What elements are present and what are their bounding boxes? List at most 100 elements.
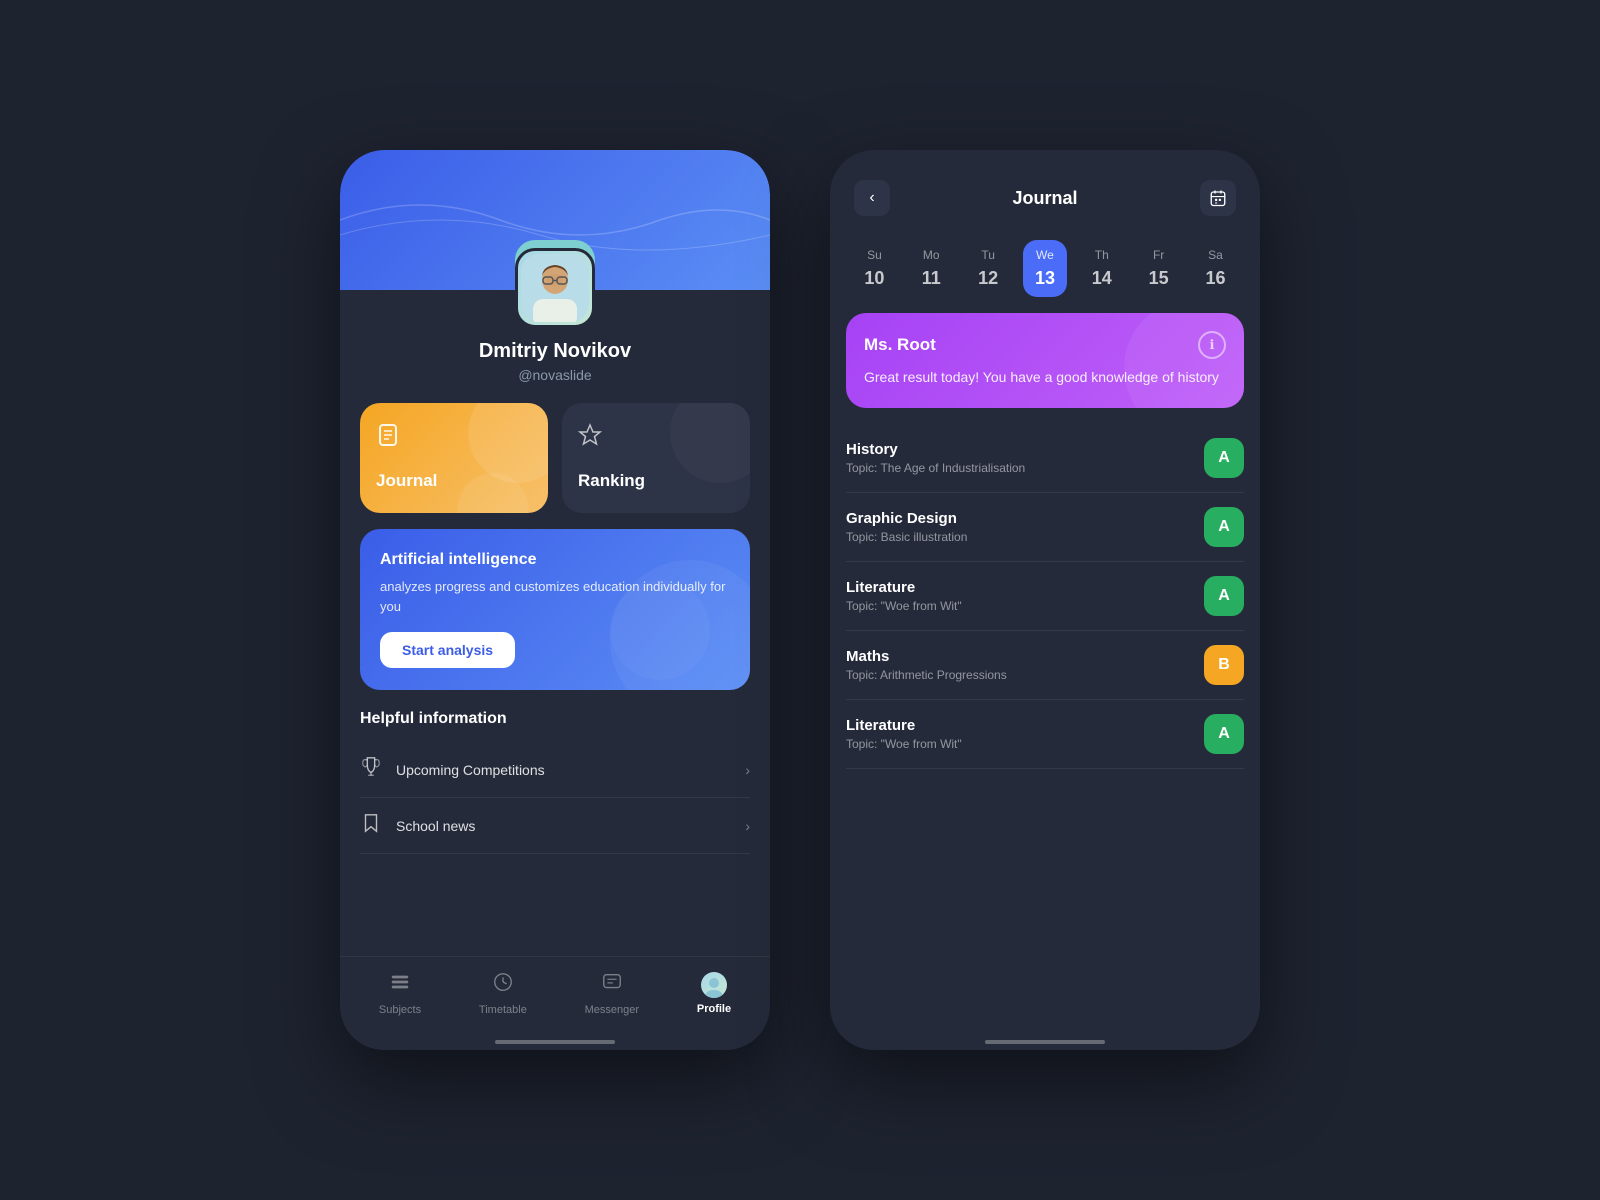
journal-card-icon	[376, 423, 532, 453]
cards-row: Journal Ranking	[340, 383, 770, 513]
upcoming-competitions-label: Upcoming Competitions	[396, 762, 745, 778]
day-name-su: Su	[867, 248, 882, 262]
ranking-card-icon	[578, 423, 734, 453]
right-phone: ‹ Journal Su 10 Mo 11 Tu 12	[830, 150, 1260, 1050]
arrow-right-icon: ›	[745, 762, 750, 778]
day-num-su: 10	[864, 268, 884, 289]
grade-maths: B	[1204, 645, 1244, 685]
grade-literature: A	[1204, 576, 1244, 616]
nav-profile-avatar	[701, 972, 727, 998]
subject-literature-2: Literature Topic: "Woe from Wit" A	[846, 700, 1244, 769]
day-name-fr: Fr	[1153, 248, 1164, 262]
ranking-card[interactable]: Ranking	[562, 403, 750, 513]
subject-topic-literature: Topic: "Woe from Wit"	[846, 599, 1204, 613]
messenger-label: Messenger	[585, 1004, 639, 1016]
profile-banner	[340, 150, 770, 290]
left-phone: Dmitriy Novikov @novaslide Journal	[340, 150, 770, 1050]
nav-messenger[interactable]: Messenger	[575, 971, 649, 1016]
journal-header: ‹ Journal	[830, 150, 1260, 232]
grade-literature-2: A	[1204, 714, 1244, 754]
profile-name: Dmitriy Novikov	[360, 340, 750, 363]
day-tu[interactable]: Tu 12	[966, 240, 1010, 297]
school-news-item[interactable]: School news ›	[360, 798, 750, 854]
helpful-section: Helpful information Upcoming Competition…	[340, 690, 770, 956]
subject-maths: Maths Topic: Arithmetic Progressions B	[846, 631, 1244, 700]
day-num-th: 14	[1092, 268, 1112, 289]
profile-handle: @novaslide	[360, 367, 750, 383]
avatar	[515, 248, 595, 328]
subject-topic-history: Topic: The Age of Industrialisation	[846, 461, 1204, 475]
start-analysis-button[interactable]: Start analysis	[380, 632, 515, 668]
subject-info-literature-2: Literature Topic: "Woe from Wit"	[846, 717, 1204, 751]
subject-info-history: History Topic: The Age of Industrialisat…	[846, 441, 1204, 475]
subject-topic-maths: Topic: Arithmetic Progressions	[846, 668, 1204, 682]
subject-name-literature-2: Literature	[846, 717, 1204, 734]
journal-card[interactable]: Journal	[360, 403, 548, 513]
day-num-tu: 12	[978, 268, 998, 289]
school-news-label: School news	[396, 818, 745, 834]
calendar-button[interactable]	[1200, 180, 1236, 216]
info-icon: ℹ	[1210, 337, 1215, 353]
day-name-sa: Sa	[1208, 248, 1223, 262]
profile-label: Profile	[697, 1003, 731, 1015]
subject-info-maths: Maths Topic: Arithmetic Progressions	[846, 648, 1204, 682]
subject-history: History Topic: The Age of Industrialisat…	[846, 424, 1244, 493]
subject-literature: Literature Topic: "Woe from Wit" A	[846, 562, 1244, 631]
subject-graphic-design: Graphic Design Topic: Basic illustration…	[846, 493, 1244, 562]
nav-subjects[interactable]: Subjects	[369, 971, 431, 1016]
subjects-list: History Topic: The Age of Industrialisat…	[830, 424, 1260, 1036]
week-calendar: Su 10 Mo 11 Tu 12 We 13 Th 14 Fr 15 Sa 1…	[830, 232, 1260, 313]
day-num-sa: 16	[1205, 268, 1225, 289]
ranking-card-label: Ranking	[578, 471, 734, 491]
subject-name-maths: Maths	[846, 648, 1204, 665]
ai-description: analyzes progress and customizes educati…	[380, 577, 730, 616]
ai-banner: Artificial intelligence analyzes progres…	[360, 529, 750, 690]
teacher-message: Great result today! You have a good know…	[864, 367, 1226, 388]
bookmark-icon	[360, 812, 388, 839]
teacher-info-button[interactable]: ℹ	[1198, 331, 1226, 359]
ai-title: Artificial intelligence	[380, 551, 730, 569]
helpful-title: Helpful information	[360, 710, 750, 728]
day-num-fr: 15	[1149, 268, 1169, 289]
day-name-th: Th	[1095, 248, 1109, 262]
back-button[interactable]: ‹	[854, 180, 890, 216]
home-indicator-right	[985, 1040, 1105, 1044]
journal-card-label: Journal	[376, 471, 532, 491]
bottom-nav: Subjects Timetable	[340, 956, 770, 1036]
nav-profile[interactable]: Profile	[687, 972, 741, 1015]
day-name-mo: Mo	[923, 248, 940, 262]
subject-info-graphic-design: Graphic Design Topic: Basic illustration	[846, 510, 1204, 544]
day-num-mo: 11	[922, 268, 941, 289]
subjects-label: Subjects	[379, 1004, 421, 1016]
day-su[interactable]: Su 10	[852, 240, 896, 297]
day-name-tu: Tu	[981, 248, 995, 262]
subject-info-literature: Literature Topic: "Woe from Wit"	[846, 579, 1204, 613]
home-indicator	[495, 1040, 615, 1044]
timetable-icon	[492, 971, 514, 999]
day-sa[interactable]: Sa 16	[1193, 240, 1237, 297]
subject-topic-graphic-design: Topic: Basic illustration	[846, 530, 1204, 544]
trophy-icon	[360, 756, 388, 783]
subject-topic-literature-2: Topic: "Woe from Wit"	[846, 737, 1204, 751]
journal-title: Journal	[1012, 188, 1077, 209]
teacher-name: Ms. Root	[864, 335, 936, 355]
day-we[interactable]: We 13	[1023, 240, 1067, 297]
grade-history: A	[1204, 438, 1244, 478]
arrow-right-icon-2: ›	[745, 818, 750, 834]
day-num-we: 13	[1035, 268, 1055, 289]
day-th[interactable]: Th 14	[1080, 240, 1124, 297]
subject-name-graphic-design: Graphic Design	[846, 510, 1204, 527]
teacher-header: Ms. Root ℹ	[864, 331, 1226, 359]
subject-name-literature: Literature	[846, 579, 1204, 596]
timetable-label: Timetable	[479, 1004, 527, 1016]
day-name-we: We	[1036, 248, 1054, 262]
day-fr[interactable]: Fr 15	[1137, 240, 1181, 297]
subject-name-history: History	[846, 441, 1204, 458]
messenger-icon	[601, 971, 623, 999]
grade-graphic-design: A	[1204, 507, 1244, 547]
nav-timetable[interactable]: Timetable	[469, 971, 537, 1016]
subjects-icon	[389, 971, 411, 999]
profile-info: Dmitriy Novikov @novaslide	[340, 340, 770, 383]
upcoming-competitions-item[interactable]: Upcoming Competitions ›	[360, 742, 750, 798]
day-mo[interactable]: Mo 11	[909, 240, 953, 297]
